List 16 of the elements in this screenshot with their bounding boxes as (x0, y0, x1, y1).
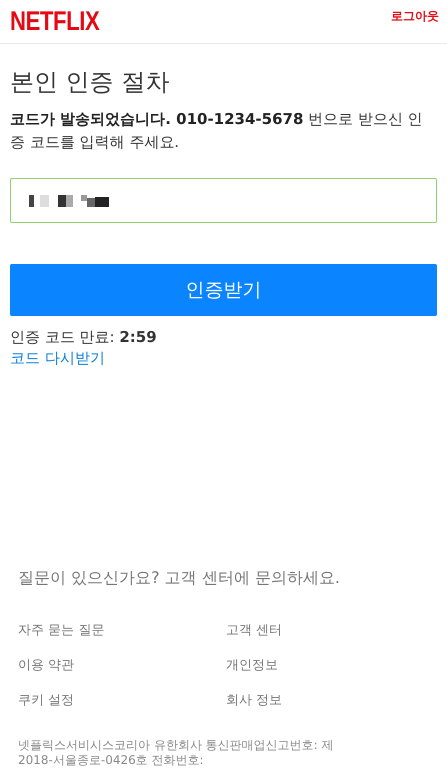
footer-link[interactable]: 자주 묻는 질문 (18, 622, 104, 640)
resend-code-link[interactable]: 코드 다시받기 (10, 349, 105, 368)
footer-link[interactable]: 고객 센터 (226, 622, 282, 640)
footer-link[interactable]: 쿠키 설정 (18, 692, 74, 710)
code-input-field[interactable] (10, 178, 437, 223)
footer-link[interactable]: 회사 정보 (226, 692, 282, 710)
legal-text: 넷플릭스서비시스코리아 유한회사 통신판매업신고번호: 제2018-서울종로-0426호 전화번호: (18, 738, 334, 768)
verify-button[interactable]: 인증받기 (10, 264, 437, 316)
page-title: 본인 인증 절차 (10, 67, 170, 98)
logo[interactable]: NETFLIX (10, 6, 100, 37)
footer-link[interactable]: 개인정보 (226, 657, 278, 675)
logout-link[interactable]: 로그아웃 (391, 8, 439, 25)
footer-link[interactable]: 이용 약관 (18, 657, 74, 675)
help-text: 질문이 있으신가요? 고객 센터에 문의하세요. (18, 568, 341, 589)
expiry-text: 인증 코드 만료: 2:59 (10, 328, 158, 347)
instruction-text: 코드가 발송되었습니다. 010-1234-5678 번으로 받으신 인증 코드를 입력해 주세요. (10, 109, 424, 153)
